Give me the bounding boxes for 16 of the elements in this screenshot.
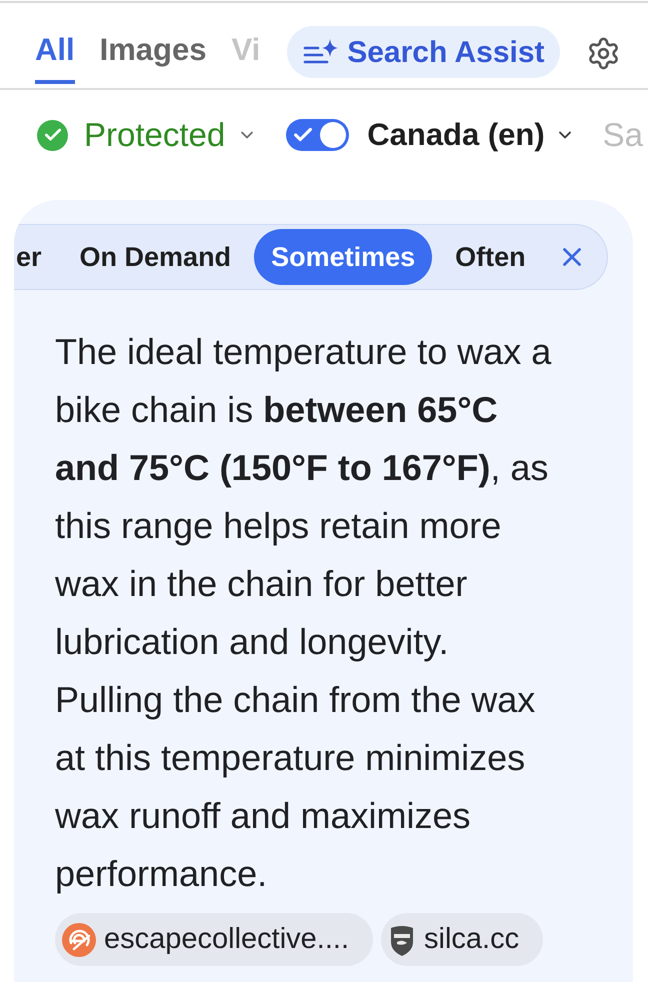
source-chip[interactable]: silca.cc [381, 913, 544, 966]
tab[interactable]: Images [100, 32, 206, 84]
source-chip[interactable]: escapecollective.... [55, 913, 374, 966]
answer-paragraph: The ideal temperature to wax a bike chain is between 65°C and 75°C (150°F to 167°F), as this range helps retain more wax in the chain for better lubrication and longevity. Pulling the chain from the wax at this temperature minimizes wax runoff and maximizes performance. [55, 330, 552, 896]
circle-logo-icon [62, 922, 96, 956]
frequency-option[interactable]: On Demand [62, 229, 248, 285]
safe-search-dropdown[interactable]: Protected [84, 115, 258, 155]
search-assist-button[interactable]: Search Assist [287, 26, 560, 78]
frequency-option[interactable]: Often [438, 229, 543, 285]
region-dropdown[interactable]: Canada (en) [367, 115, 575, 155]
toggle-knob [320, 122, 346, 148]
frequency-option[interactable]: er [14, 229, 57, 285]
sparkle-lines-icon [303, 38, 340, 66]
tab[interactable]: All [35, 32, 75, 84]
frequency-option[interactable]: Sometimes [254, 229, 432, 285]
toggle-switch[interactable] [286, 119, 350, 151]
